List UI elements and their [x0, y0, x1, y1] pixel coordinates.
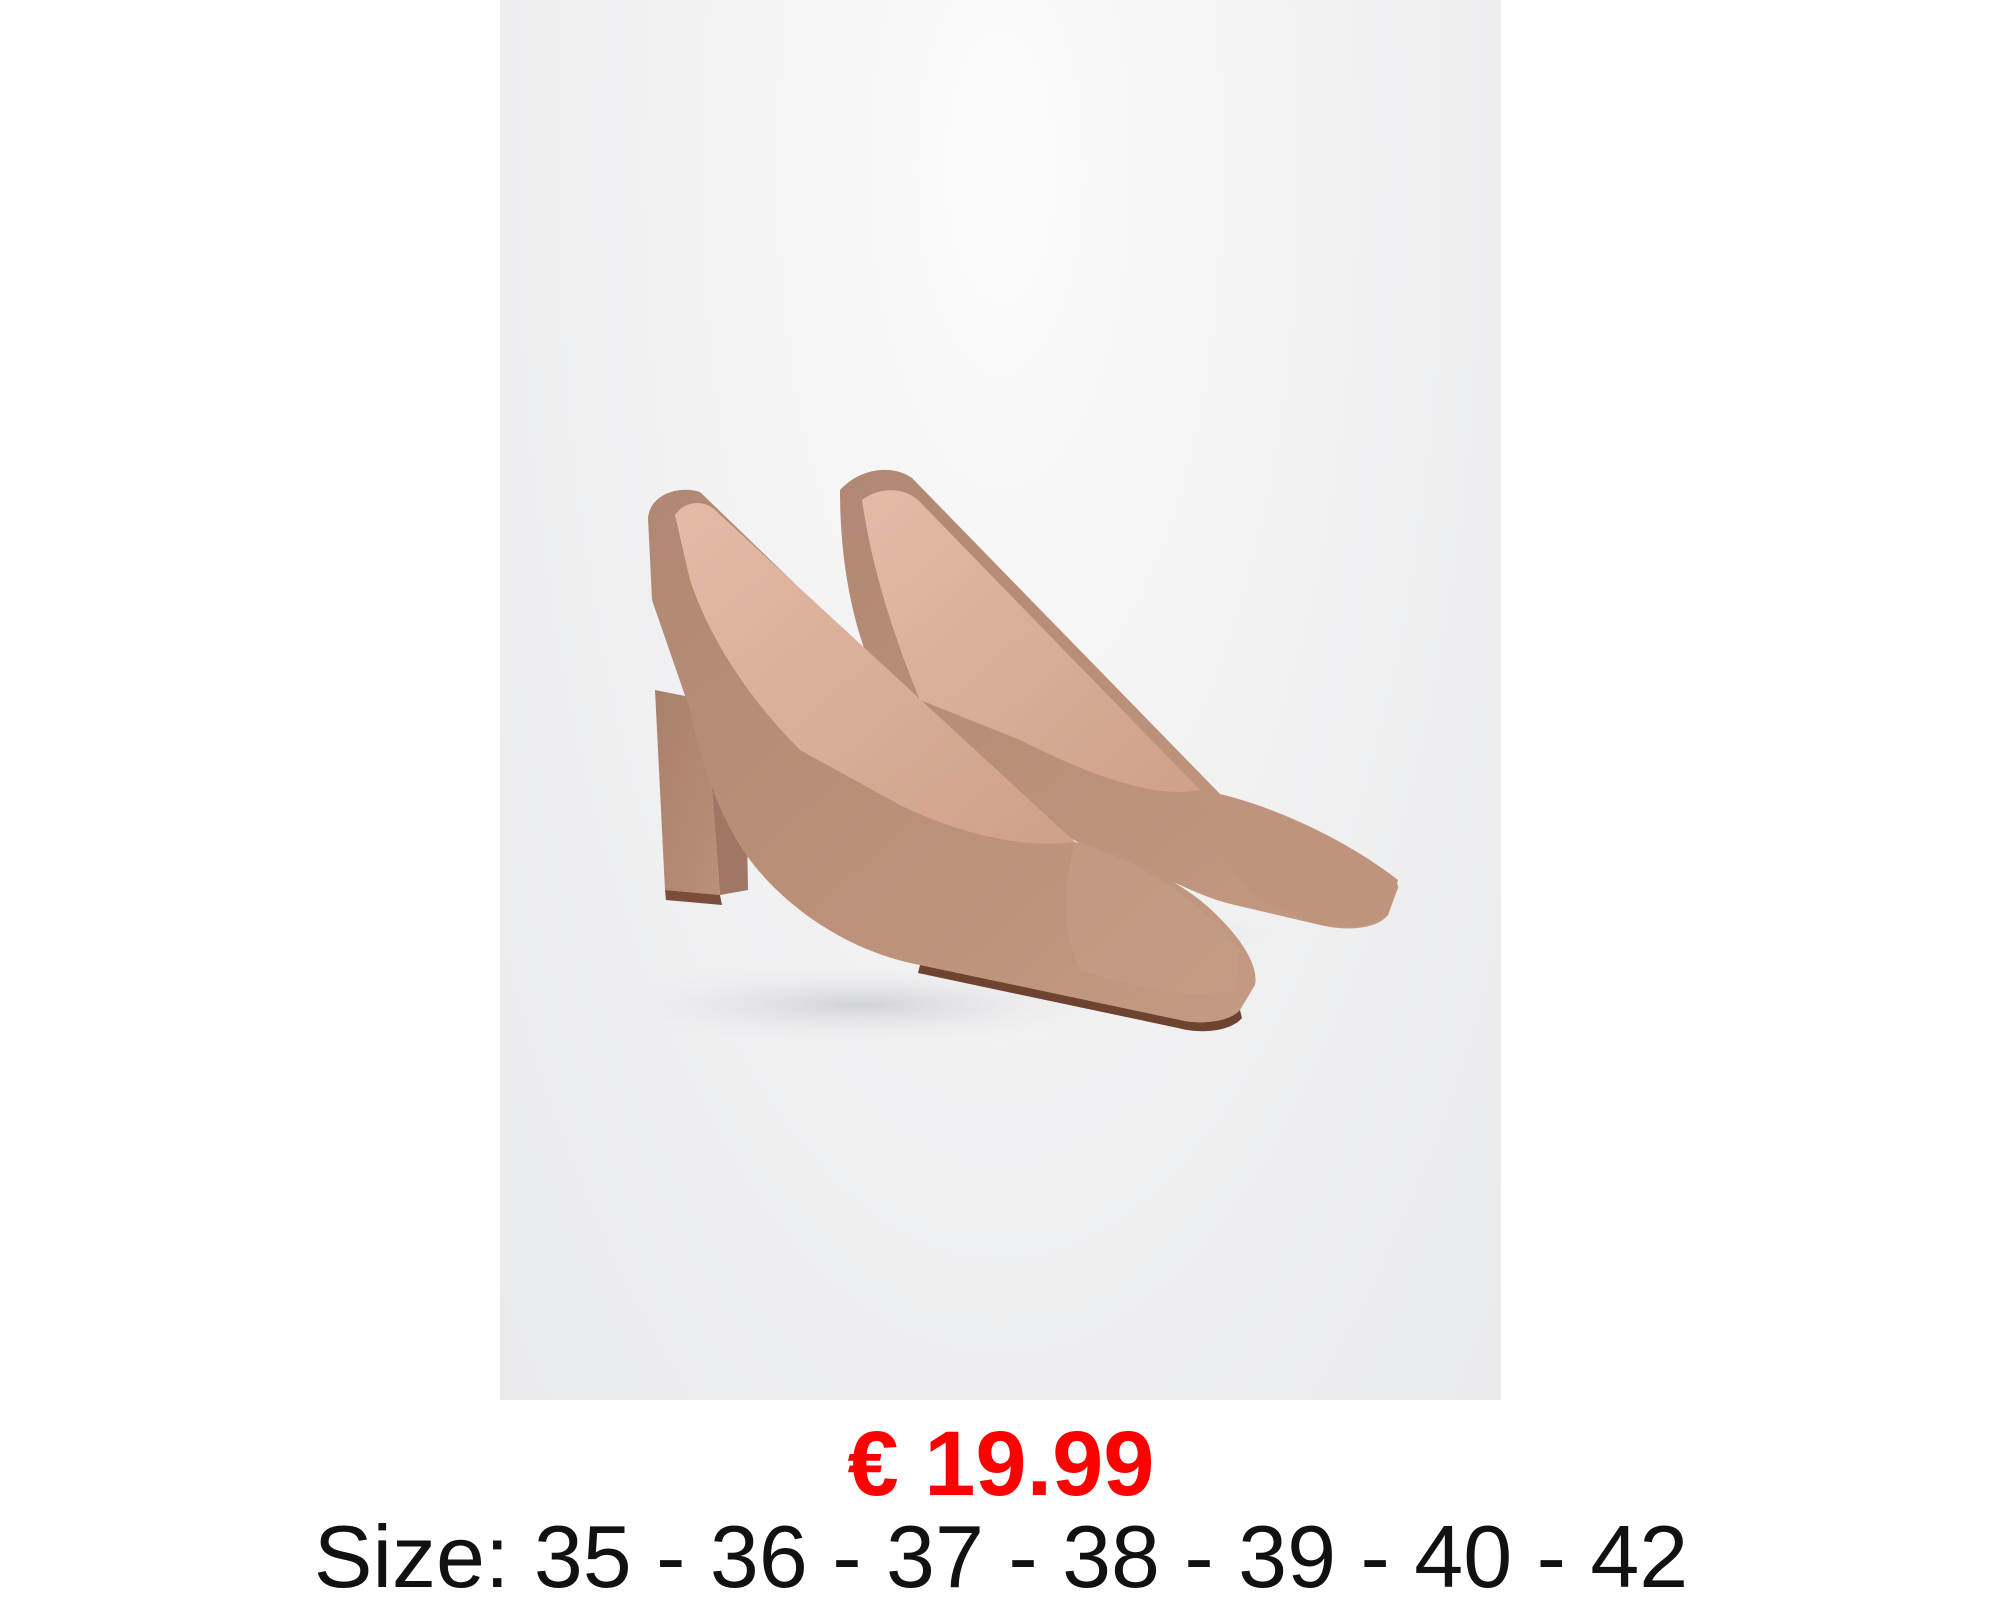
size-list: Size: 35 - 36 - 37 - 38 - 39 - 40 - 42: [313, 1507, 1689, 1606]
price-label: € 19.99: [847, 1413, 1155, 1515]
product-card[interactable]: € 19.99 Size: 35 - 36 - 37 - 38 - 39 - 4…: [0, 0, 2002, 1606]
product-image[interactable]: [500, 0, 1501, 1400]
